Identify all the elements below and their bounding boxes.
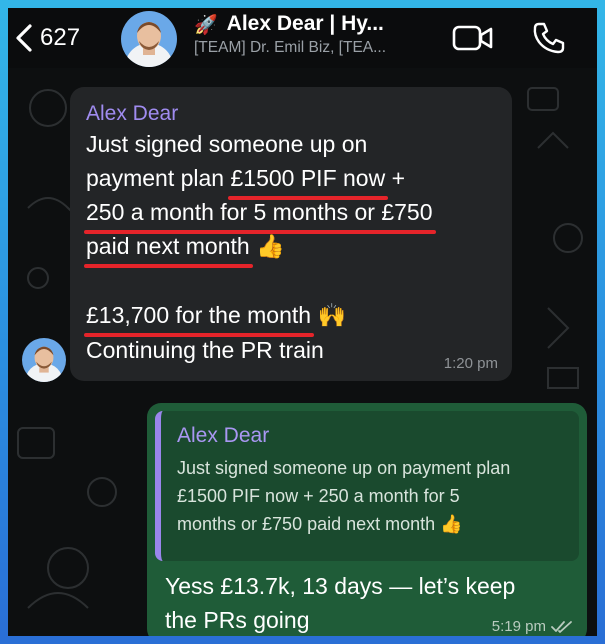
thumbs-up-icon: 👍 bbox=[440, 514, 463, 535]
chat-title-block[interactable]: 🚀 Alex Dear | Hy... [TEAM] Dr. Emil Biz,… bbox=[194, 12, 444, 57]
message-sender-name: Alex Dear bbox=[86, 102, 179, 125]
message-line: Just signed someone up on bbox=[86, 127, 496, 161]
quoted-text: months or £750 paid next month bbox=[177, 514, 436, 534]
chat-subtitle: [TEAM] Dr. Emil Biz, [TEA... bbox=[194, 39, 387, 56]
chat-title: Alex Dear | Hy... bbox=[226, 12, 384, 35]
double-check-icon bbox=[551, 620, 572, 633]
contact-avatar[interactable] bbox=[121, 11, 177, 67]
message-timestamp: 1:20 pm bbox=[443, 355, 498, 372]
highlighted-text: paid next month bbox=[84, 229, 253, 268]
message-text: + bbox=[385, 165, 406, 191]
rocket-icon: 🚀 bbox=[194, 13, 218, 36]
quoted-text: Just signed someone up on payment plan bbox=[177, 458, 511, 478]
message-text: Just signed someone up on bbox=[86, 131, 368, 157]
highlighted-text: £1500 PIF now bbox=[228, 161, 388, 200]
highlighted-text: 250 a month for 5 months or £750 bbox=[84, 195, 435, 234]
reply-text: Yess £13.7k, 13 days — let’s keep bbox=[165, 573, 516, 599]
phone-call-icon[interactable] bbox=[531, 20, 567, 56]
thumbs-up-icon: 👍 bbox=[256, 234, 285, 260]
message-line: paid next month 👍 bbox=[84, 229, 496, 268]
message-line: payment plan £1500 PIF now + bbox=[86, 161, 496, 200]
highlighted-text: £13,700 for the month bbox=[83, 298, 315, 337]
message-line: Continuing the PR train bbox=[86, 333, 496, 367]
chevron-left-icon bbox=[16, 24, 32, 52]
message-line: 250 a month for 5 months or £750 bbox=[84, 195, 496, 234]
unread-count: 627 bbox=[40, 24, 81, 51]
quoted-text-line: months or £750 paid next month 👍 bbox=[177, 510, 569, 539]
quoted-text: £1500 PIF now + 250 a month for 5 bbox=[177, 486, 460, 506]
message-line: £13,700 for the month 🙌 bbox=[83, 298, 496, 337]
incoming-message-bubble[interactable]: Alex Dear Just signed someone up on paym… bbox=[70, 87, 512, 381]
back-button[interactable]: 627 bbox=[14, 8, 80, 68]
video-call-icon[interactable] bbox=[452, 22, 494, 54]
sender-avatar[interactable] bbox=[22, 338, 66, 382]
quoted-sender-name: Alex Dear bbox=[177, 424, 270, 447]
message-timestamp: 5:19 pm bbox=[491, 618, 546, 635]
message-text: payment plan bbox=[86, 165, 231, 191]
raised-hands-icon: 🙌 bbox=[317, 303, 347, 329]
chat-header: 627 🚀 Alex Dear | Hy... [TEAM] Dr. Emil … bbox=[8, 8, 597, 68]
screenshot-frame: 627 🚀 Alex Dear | Hy... [TEAM] Dr. Emil … bbox=[0, 0, 605, 644]
message-text: Continuing the PR train bbox=[86, 337, 324, 363]
quoted-message[interactable]: Alex Dear Just signed someone up on paym… bbox=[155, 411, 579, 561]
outgoing-message-bubble[interactable]: Alex Dear Just signed someone up on paym… bbox=[147, 403, 587, 636]
message-timestamp-row: 5:19 pm bbox=[492, 618, 573, 635]
